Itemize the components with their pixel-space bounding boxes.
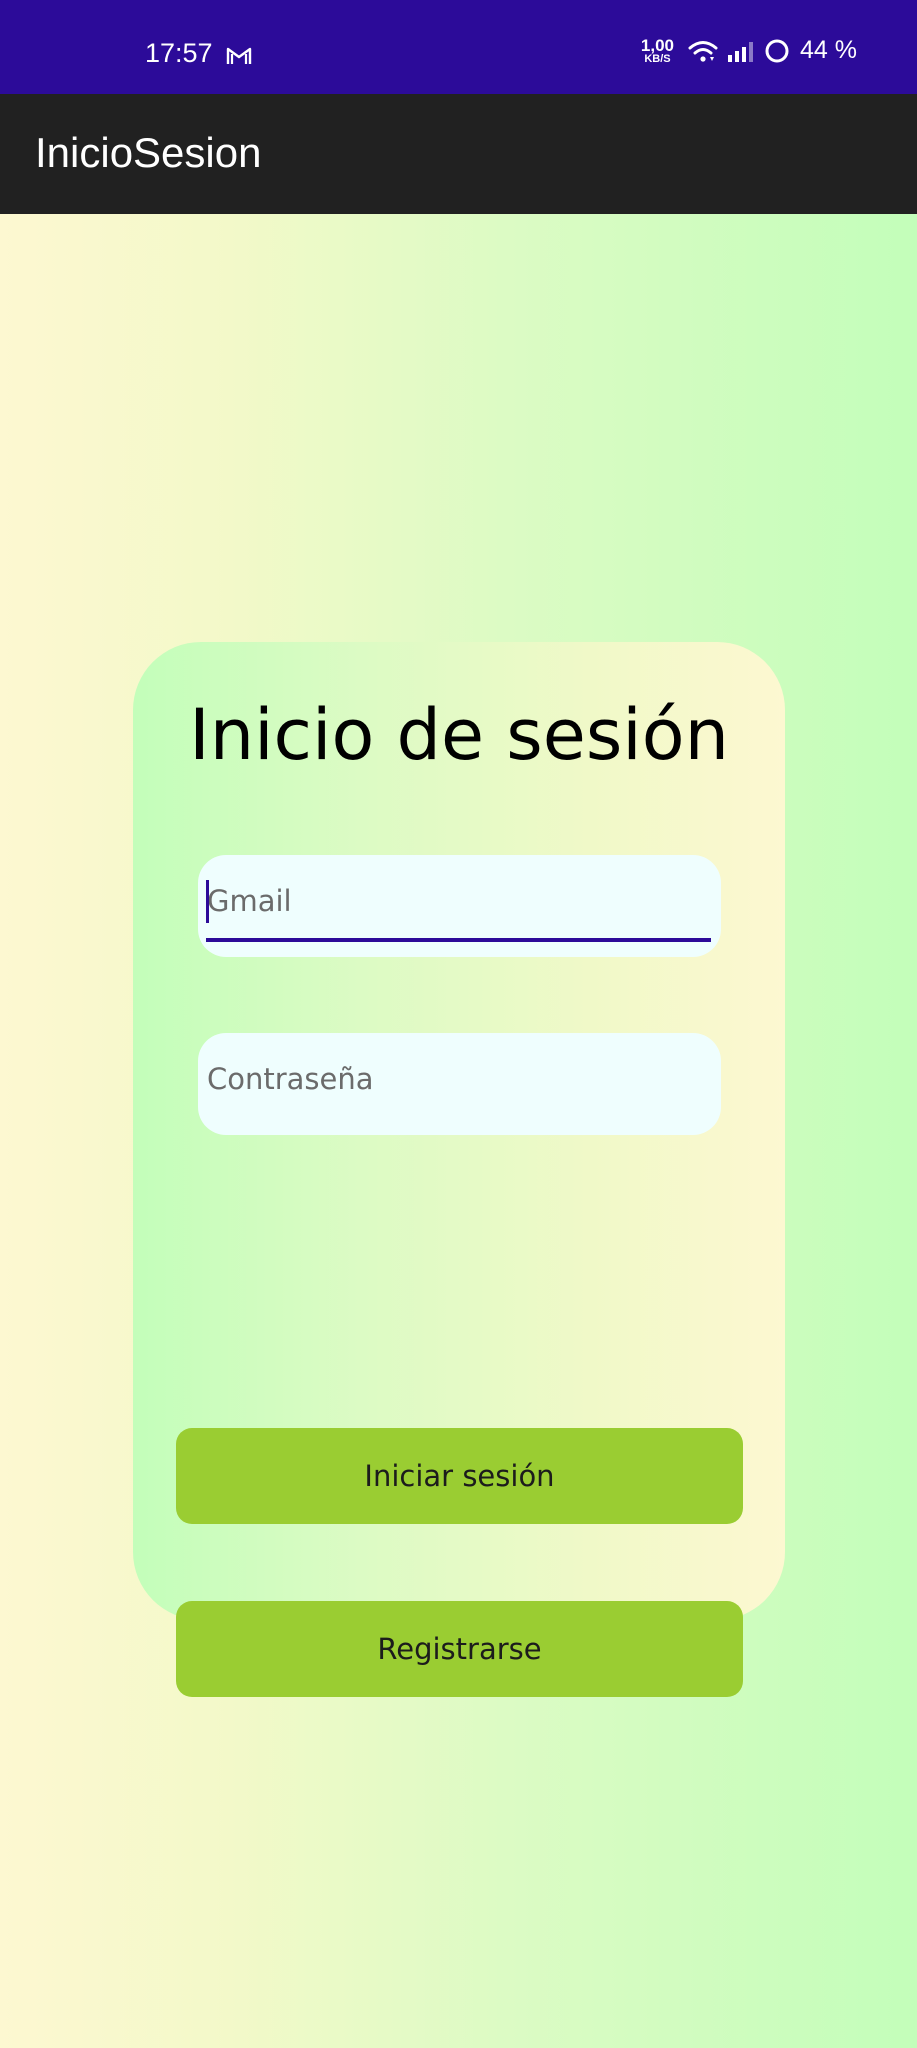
status-bar: 17:57 1,00 KB/S 44 % xyxy=(0,0,917,94)
wifi-icon xyxy=(688,40,718,62)
battery-saver-icon xyxy=(765,39,789,62)
gmail-icon xyxy=(226,47,252,64)
register-button[interactable]: Registrarse xyxy=(176,1601,743,1697)
network-speed-value: 1,00 xyxy=(640,35,675,55)
network-speed-unit: KB/S xyxy=(644,52,671,65)
email-field[interactable]: Gmail xyxy=(198,855,721,957)
login-button[interactable]: Iniciar sesión xyxy=(176,1428,743,1524)
email-placeholder: Gmail xyxy=(207,884,292,918)
network-speed: 1,00 KB/S xyxy=(641,37,674,65)
email-field-underline xyxy=(206,938,711,942)
signal-icon xyxy=(728,41,754,62)
login-title: Inicio de sesión xyxy=(189,694,729,776)
status-icons: 1,00 KB/S 44 % xyxy=(641,36,857,65)
battery-percent: 44 % xyxy=(800,36,857,64)
app-title: InicioSesion xyxy=(35,129,262,176)
app-bar: InicioSesion xyxy=(0,94,917,214)
login-screen: Inicio de sesión Gmail Contraseña Inicia… xyxy=(0,214,917,2048)
password-field[interactable]: Contraseña xyxy=(198,1033,721,1135)
password-placeholder: Contraseña xyxy=(207,1062,374,1096)
login-card: Inicio de sesión Gmail Contraseña Inicia… xyxy=(133,642,785,1697)
status-time: 17:57 xyxy=(145,38,213,68)
text-cursor xyxy=(206,880,209,923)
